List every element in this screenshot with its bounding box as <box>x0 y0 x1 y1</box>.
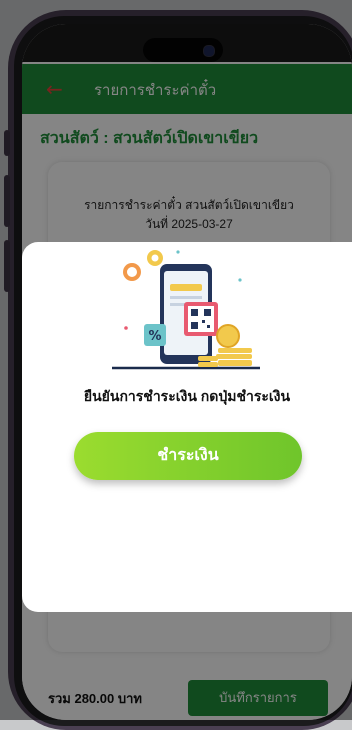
qr-code-dot <box>207 325 210 328</box>
sparkle-icon <box>176 250 180 254</box>
coin-stack-icon <box>218 360 252 366</box>
percent-tag-label: % <box>148 329 161 344</box>
dollar-coin-icon-inner <box>127 267 137 277</box>
dollar-coin-icon <box>216 324 240 348</box>
qr-code-square <box>191 309 198 316</box>
coin-stack-icon <box>198 356 218 361</box>
payment-dialog: % ยืนยันการชำระเงิน กดปุ่มชำระเงิน ชำระเ… <box>22 242 352 612</box>
coin-stack-icon <box>198 362 218 367</box>
qr-code-square <box>191 322 198 329</box>
coin-stack-icon <box>216 354 252 359</box>
confirm-message: ยืนยันการชำระเงิน กดปุ่มชำระเงิน <box>83 388 291 404</box>
pay-button[interactable]: ชำระเงิน <box>74 432 302 480</box>
sparkle-icon <box>124 326 128 330</box>
mobile-payment-illustration: % <box>112 250 260 370</box>
phone-illustration-line <box>170 296 202 299</box>
qr-code-dot <box>202 320 205 323</box>
star-badge-icon-inner <box>151 254 159 262</box>
coin-stack-icon <box>218 348 252 353</box>
sparkle-icon <box>238 278 242 282</box>
phone-illustration-bar <box>170 284 202 291</box>
qr-code-square <box>204 309 211 316</box>
